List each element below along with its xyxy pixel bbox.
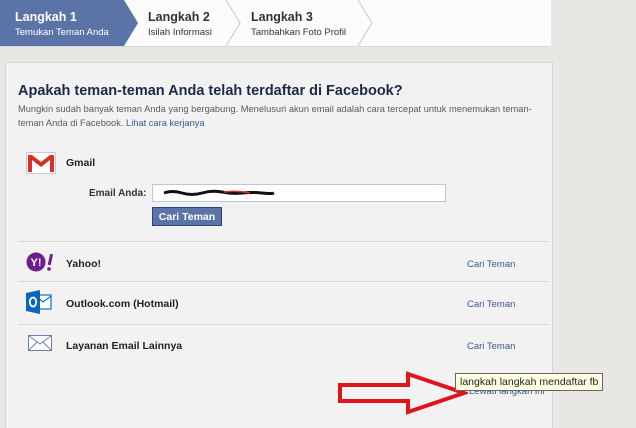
email-label: Email Anda: bbox=[89, 188, 147, 199]
provider-outlook-label: Outlook.com (Hotmail) bbox=[66, 298, 179, 310]
divider bbox=[18, 241, 549, 242]
outlook-icon bbox=[26, 290, 52, 314]
yahoo-find-friends-link[interactable]: Cari Teman bbox=[467, 259, 515, 270]
outlook-find-friends-link[interactable]: Cari Teman bbox=[467, 299, 515, 310]
page-title: Apakah teman-teman Anda telah terdaftar … bbox=[18, 83, 403, 99]
other-find-friends-link[interactable]: Cari Teman bbox=[467, 341, 515, 352]
email-field[interactable] bbox=[152, 184, 446, 202]
step-2: Langkah 2 Isilah Informasi bbox=[138, 0, 238, 46]
svg-text:Y!: Y! bbox=[31, 257, 42, 269]
step-3-subtitle: Tambahkan Foto Profil bbox=[251, 27, 347, 38]
step-1-active: Langkah 1 Temukan Teman Anda bbox=[0, 0, 138, 46]
step-1-title: Langkah 1 bbox=[15, 10, 77, 24]
envelope-icon bbox=[28, 335, 52, 351]
gmail-label: Gmail bbox=[66, 157, 96, 169]
divider bbox=[18, 281, 549, 282]
step-2-subtitle: Isilah Informasi bbox=[148, 27, 212, 38]
step-progress-bar: Langkah 1 Temukan Teman Anda Langkah 2 I… bbox=[0, 0, 551, 47]
provider-yahoo-label: Yahoo! bbox=[66, 258, 102, 270]
description-body: Mungkin sudah banyak teman Anda yang ber… bbox=[18, 104, 532, 128]
step-1-subtitle: Temukan Teman Anda bbox=[15, 27, 109, 38]
step-3: Langkah 3 Tambahkan Foto Profil bbox=[241, 0, 371, 46]
gmail-icon bbox=[26, 152, 56, 174]
red-arrow-annotation bbox=[338, 371, 468, 415]
find-friends-button[interactable]: Cari Teman bbox=[152, 207, 222, 226]
tooltip: langkah langkah mendaftar fb bbox=[455, 373, 604, 391]
step-separator-chevron bbox=[357, 0, 373, 46]
yahoo-icon: Y! bbox=[26, 252, 53, 272]
divider bbox=[18, 324, 549, 325]
description-text: Mungkin sudah banyak teman Anda yang ber… bbox=[18, 102, 538, 130]
step-3-title: Langkah 3 bbox=[251, 10, 313, 24]
step-2-title: Langkah 2 bbox=[148, 10, 210, 24]
provider-other-label: Layanan Email Lainnya bbox=[66, 340, 183, 352]
how-it-works-link[interactable]: Lihat cara kerjanya bbox=[126, 118, 205, 128]
